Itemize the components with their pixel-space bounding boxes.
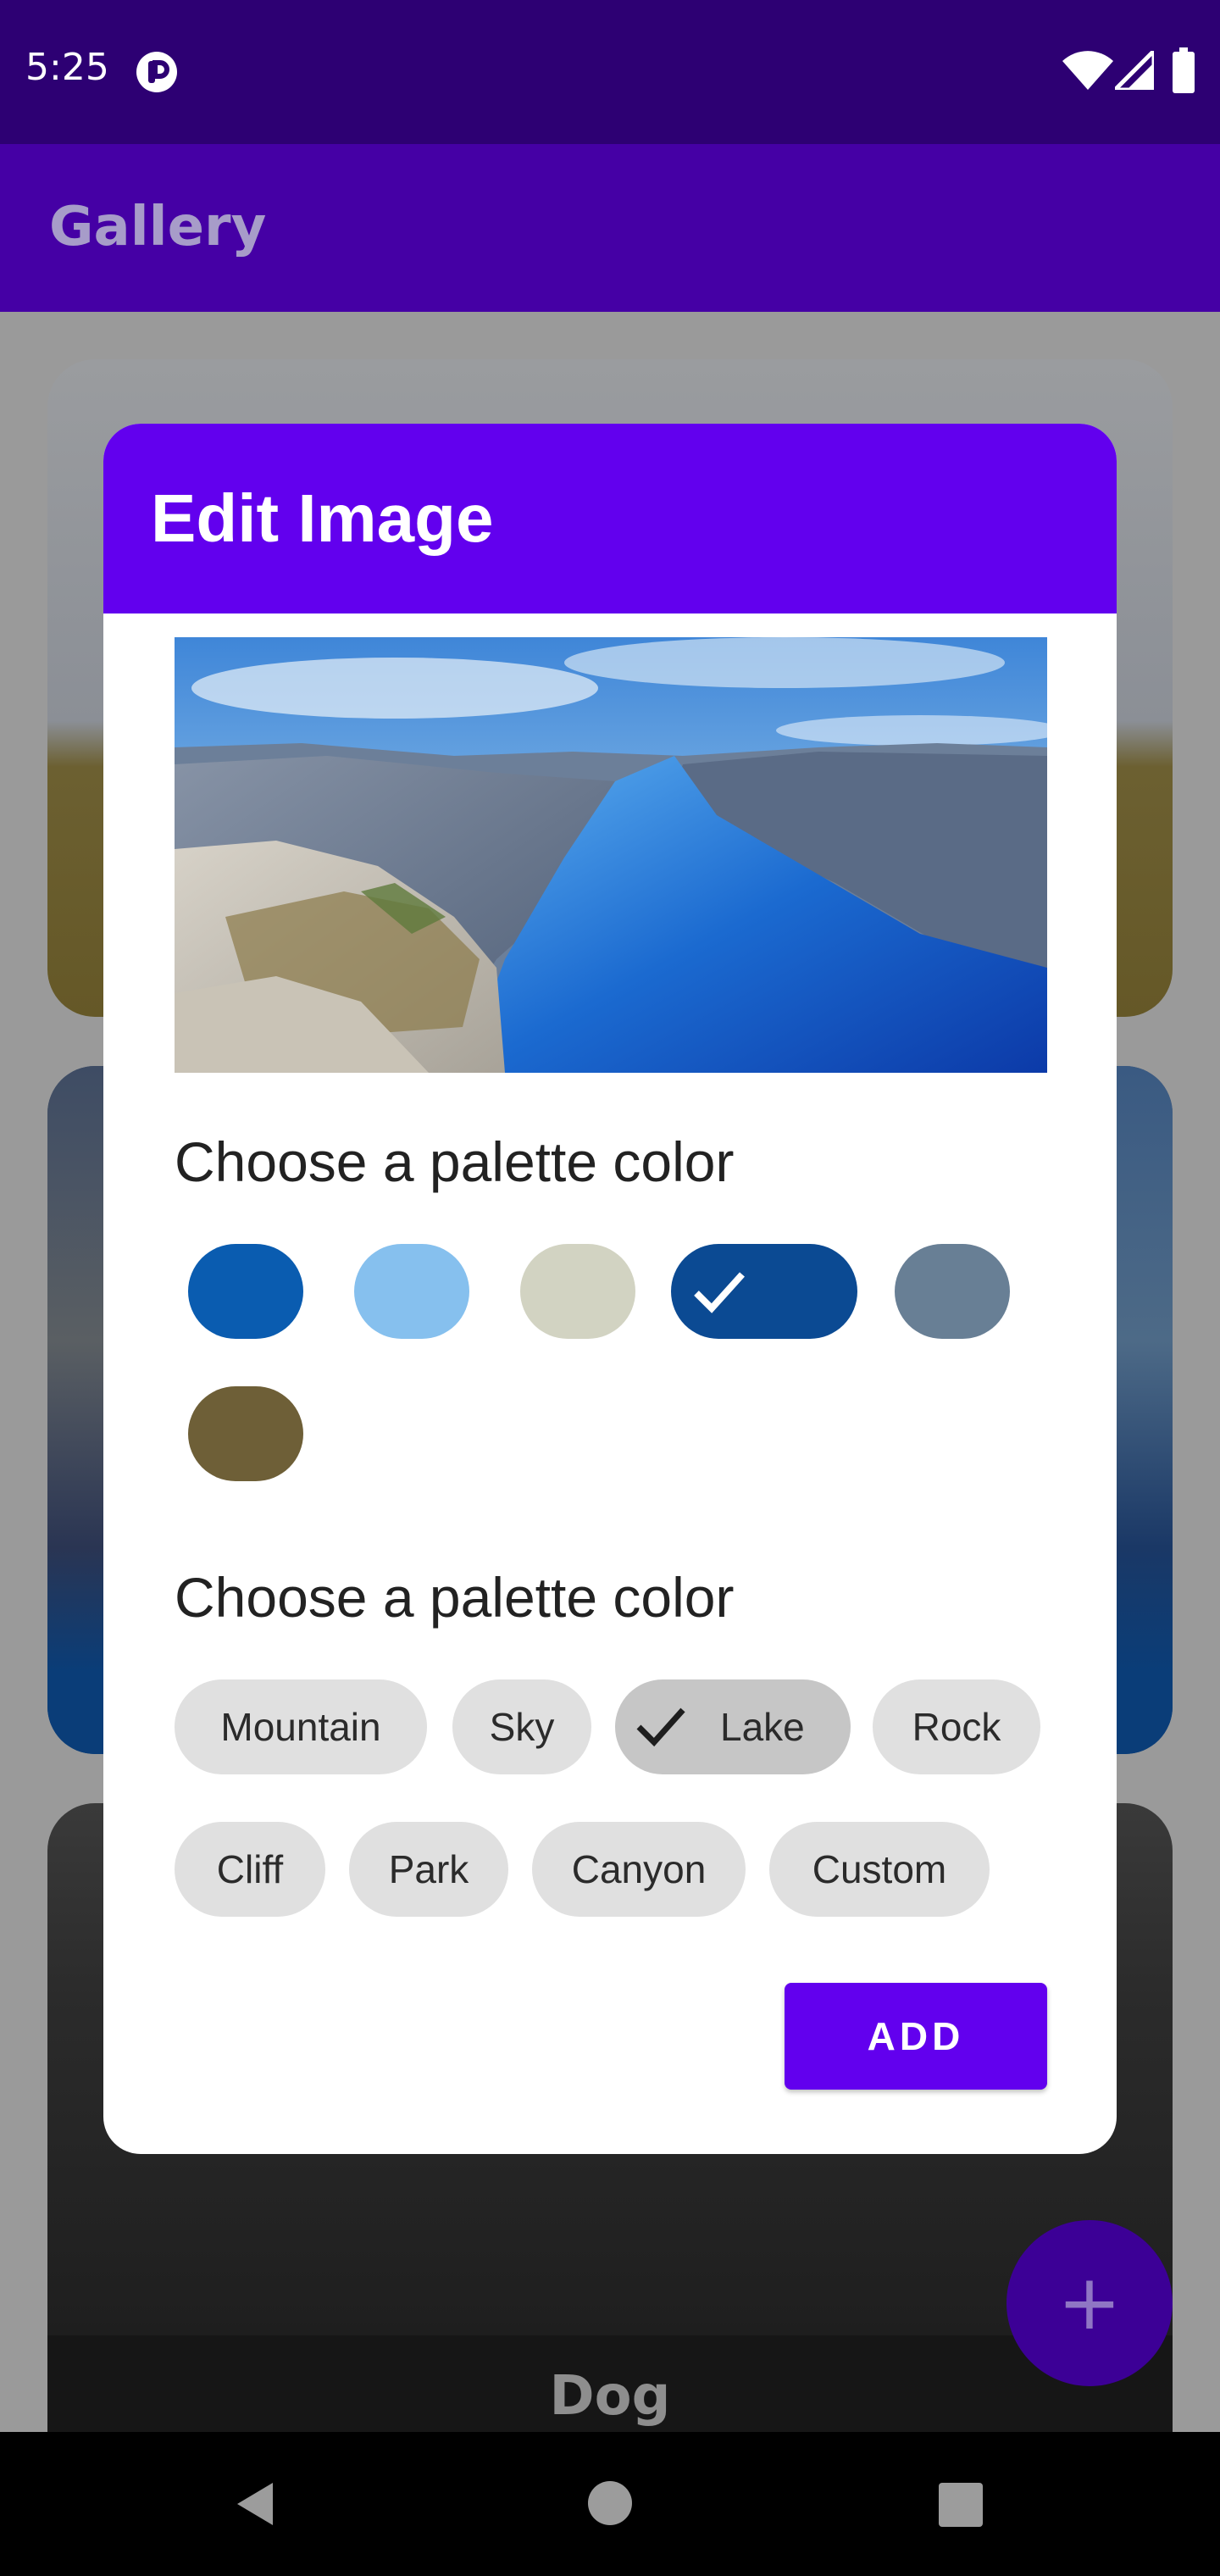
check-icon — [694, 1272, 745, 1313]
check-icon — [636, 1707, 685, 1747]
status-bar: 5:25 — [0, 0, 1220, 144]
chip-cliff[interactable]: Cliff — [175, 1822, 325, 1917]
chip-sky[interactable]: Sky — [452, 1679, 591, 1774]
cell-signal-icon — [1115, 51, 1154, 90]
recents-icon[interactable] — [939, 2483, 983, 2527]
color-swatch[interactable] — [354, 1244, 469, 1339]
chip-rock[interactable]: Rock — [873, 1679, 1040, 1774]
chip-custom[interactable]: Custom — [769, 1822, 990, 1917]
back-icon[interactable] — [229, 2476, 285, 2532]
card-image-edge — [1117, 1066, 1173, 1754]
battery-icon — [1173, 47, 1195, 93]
card-image-edge — [47, 1066, 103, 1754]
color-swatch[interactable] — [520, 1244, 635, 1339]
landscape-image — [175, 637, 1047, 1073]
wifi-icon — [1062, 51, 1113, 90]
card-caption: Dog — [549, 2365, 671, 2428]
dialog-header: Edit Image — [103, 424, 1117, 613]
chip-label: Lake — [720, 1705, 805, 1749]
tag-section-title: Choose a palette color — [175, 1566, 735, 1629]
app-notification-icon — [136, 52, 177, 92]
color-swatch-selected[interactable] — [671, 1244, 857, 1339]
palette-section-title: Choose a palette color — [175, 1130, 735, 1193]
dialog-title: Edit Image — [151, 480, 494, 556]
add-fab[interactable]: + — [1006, 2220, 1173, 2386]
chip-canyon[interactable]: Canyon — [532, 1822, 746, 1917]
home-icon[interactable] — [588, 2481, 632, 2525]
chip-mountain[interactable]: Mountain — [175, 1679, 427, 1774]
edit-image-dialog: Edit Image Choose a palette color Choose… — [103, 424, 1117, 2154]
status-time: 5:25 — [25, 46, 109, 89]
app-title: Gallery — [49, 196, 267, 258]
chip-lake[interactable]: Lake — [615, 1679, 851, 1774]
color-swatch[interactable] — [188, 1386, 303, 1481]
add-button[interactable]: ADD — [785, 1983, 1047, 2090]
color-swatch[interactable] — [895, 1244, 1010, 1339]
chip-park[interactable]: Park — [349, 1822, 508, 1917]
color-swatch[interactable] — [188, 1244, 303, 1339]
